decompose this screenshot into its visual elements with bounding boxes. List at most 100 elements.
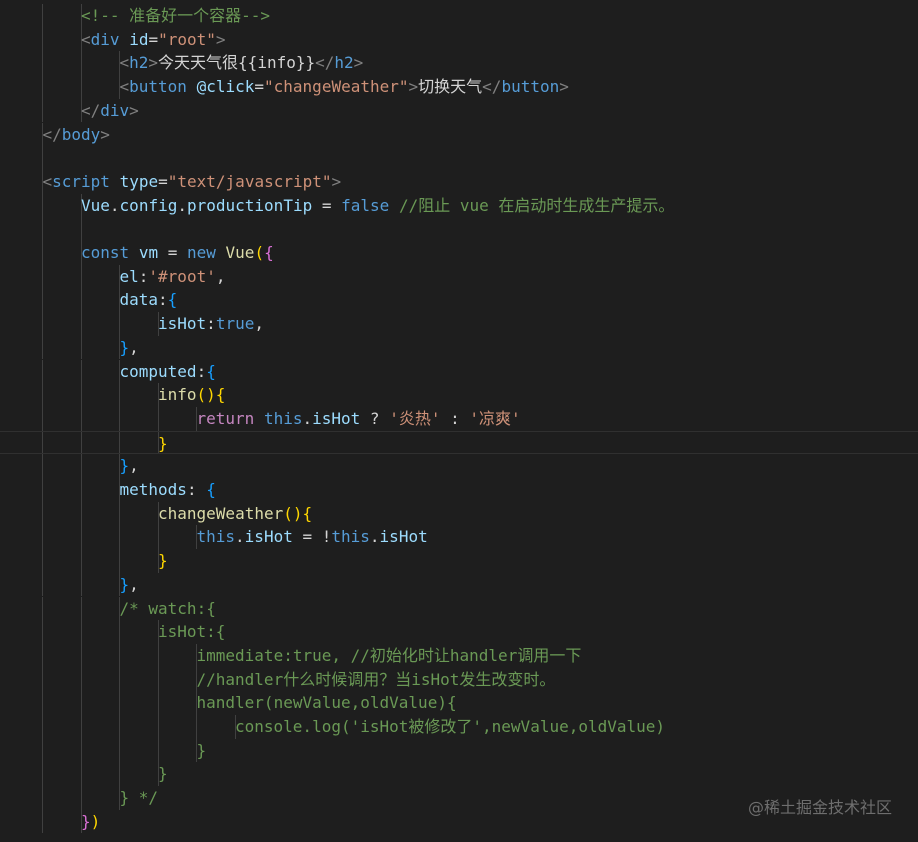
indent-guide [42, 217, 43, 241]
code-line[interactable]: methods: { [0, 478, 918, 502]
code-line[interactable]: </body> [0, 122, 918, 147]
code-text: Vue.config.productionTip = false //阻止 vu… [81, 194, 674, 218]
code-text: <script type="text/javascript"> [43, 170, 342, 194]
indent-guide [42, 715, 43, 739]
code-line[interactable]: <div id="root"> [0, 27, 918, 52]
code-line[interactable]: <script type="text/javascript"> [0, 169, 918, 194]
code-token: { [206, 480, 216, 499]
indent-guide [80, 738, 82, 763]
code-token: = [158, 171, 168, 191]
code-line[interactable]: }, [0, 454, 918, 478]
code-text: <h2>今天天气很{{info}}</h2> [120, 51, 364, 75]
code-token: { [206, 361, 216, 381]
code-editor[interactable]: <!-- 准备好一个容器--> <div id="root"> <h2>今天天气很{… [0, 0, 918, 842]
code-token: config [119, 195, 178, 215]
code-line[interactable]: //handler什么时候调用？当isHot发生改变时。 [0, 667, 918, 692]
code-token: } [81, 811, 91, 831]
code-token: } [119, 456, 130, 476]
indent-guide [42, 691, 43, 715]
code-token: "changeWeather" [264, 77, 409, 97]
indent-guide [80, 596, 82, 621]
code-token: > [215, 29, 226, 49]
code-line[interactable]: el:'#root', [0, 264, 918, 289]
code-line[interactable] [0, 217, 918, 241]
indent-guide [42, 383, 43, 407]
code-line[interactable]: /* watch:{ [0, 596, 918, 621]
code-text: computed:{ [120, 360, 216, 384]
code-text: }) [81, 810, 100, 834]
code-token: } [158, 433, 168, 453]
code-token: this [263, 408, 303, 428]
code-line[interactable]: }, [0, 572, 918, 597]
code-token: productionTip [186, 195, 313, 215]
code-token: . [369, 527, 380, 547]
code-token: this [331, 527, 370, 547]
indent-guide [80, 478, 82, 502]
code-token: : [158, 290, 168, 310]
code-line[interactable]: } [0, 430, 918, 455]
code-token: id [129, 29, 149, 49]
code-token: const [81, 243, 130, 262]
code-token: , [129, 456, 139, 476]
code-line[interactable]: immediate:true, //初始化时让handler调用一下 [0, 643, 918, 668]
code-token: } [196, 740, 207, 760]
code-token: info [158, 385, 197, 405]
code-token: isHot [312, 408, 361, 428]
code-token: false [341, 195, 390, 215]
code-line[interactable]: isHot:true, [0, 312, 918, 336]
code-line[interactable]: computed:{ [0, 359, 918, 384]
indent-guide [80, 75, 82, 99]
indent-guide [157, 525, 159, 550]
code-line[interactable]: handler(newValue,oldValue){ [0, 691, 918, 715]
code-line[interactable]: this.isHot = !this.isHot [0, 525, 918, 550]
indent-guide [42, 786, 43, 810]
code-line[interactable]: }, [0, 335, 918, 360]
indent-guide [42, 4, 43, 28]
indent-guide [42, 335, 43, 360]
indent-guide [80, 383, 82, 407]
code-token: return [196, 408, 255, 428]
code-line[interactable]: <h2>今天天气很{{info}}</h2> [0, 51, 918, 76]
code-text: } [158, 549, 168, 573]
code-token: = [312, 195, 342, 215]
code-token: . [302, 408, 313, 428]
code-token: el [119, 266, 139, 286]
code-line[interactable]: data:{ [0, 288, 918, 313]
code-token: </ [482, 77, 502, 97]
code-line[interactable]: const vm = new Vue({ [0, 241, 918, 265]
code-text: }, [120, 454, 139, 478]
code-text: //handler什么时候调用？当isHot发生改变时。 [197, 668, 556, 692]
code-line[interactable]: <!-- 准备好一个容器--> [0, 4, 918, 28]
code-line[interactable]: console.log('isHot被修改了',newValue,oldValu… [0, 715, 918, 739]
indent-guide [42, 549, 43, 573]
code-token: </ [315, 53, 335, 73]
code-line[interactable]: changeWeather(){ [0, 501, 918, 526]
code-line[interactable]: } [0, 549, 918, 573]
code-token: { [167, 290, 178, 310]
code-line[interactable]: return this.isHot ? '炎热' : '凉爽' [0, 406, 918, 431]
indent-guide [42, 762, 43, 787]
code-line[interactable]: <button @click="changeWeather">切换天气</but… [0, 75, 918, 99]
code-token: : [138, 266, 149, 286]
watermark-text: @稀土掘金技术社区 [747, 798, 892, 817]
indent-guide [80, 264, 82, 289]
code-token: Vue [225, 243, 255, 262]
code-line[interactable]: info(){ [0, 383, 918, 407]
indent-guide [42, 146, 43, 170]
code-line[interactable] [0, 146, 918, 170]
indent-guide [119, 762, 120, 787]
code-token: > [129, 100, 139, 120]
code-token: { [264, 243, 274, 262]
code-line[interactable]: } [0, 762, 918, 787]
code-line[interactable]: </div> [0, 98, 918, 123]
code-line[interactable]: Vue.config.productionTip = false //阻止 vu… [0, 193, 918, 218]
code-line[interactable]: isHot:{ [0, 620, 918, 644]
code-token: } [119, 337, 130, 357]
code-token: body [61, 124, 101, 144]
indent-guide [157, 738, 159, 763]
code-token: ) [90, 811, 101, 831]
code-text: } */ [120, 786, 159, 810]
code-token: > [100, 124, 110, 144]
code-line[interactable]: } [0, 738, 918, 763]
